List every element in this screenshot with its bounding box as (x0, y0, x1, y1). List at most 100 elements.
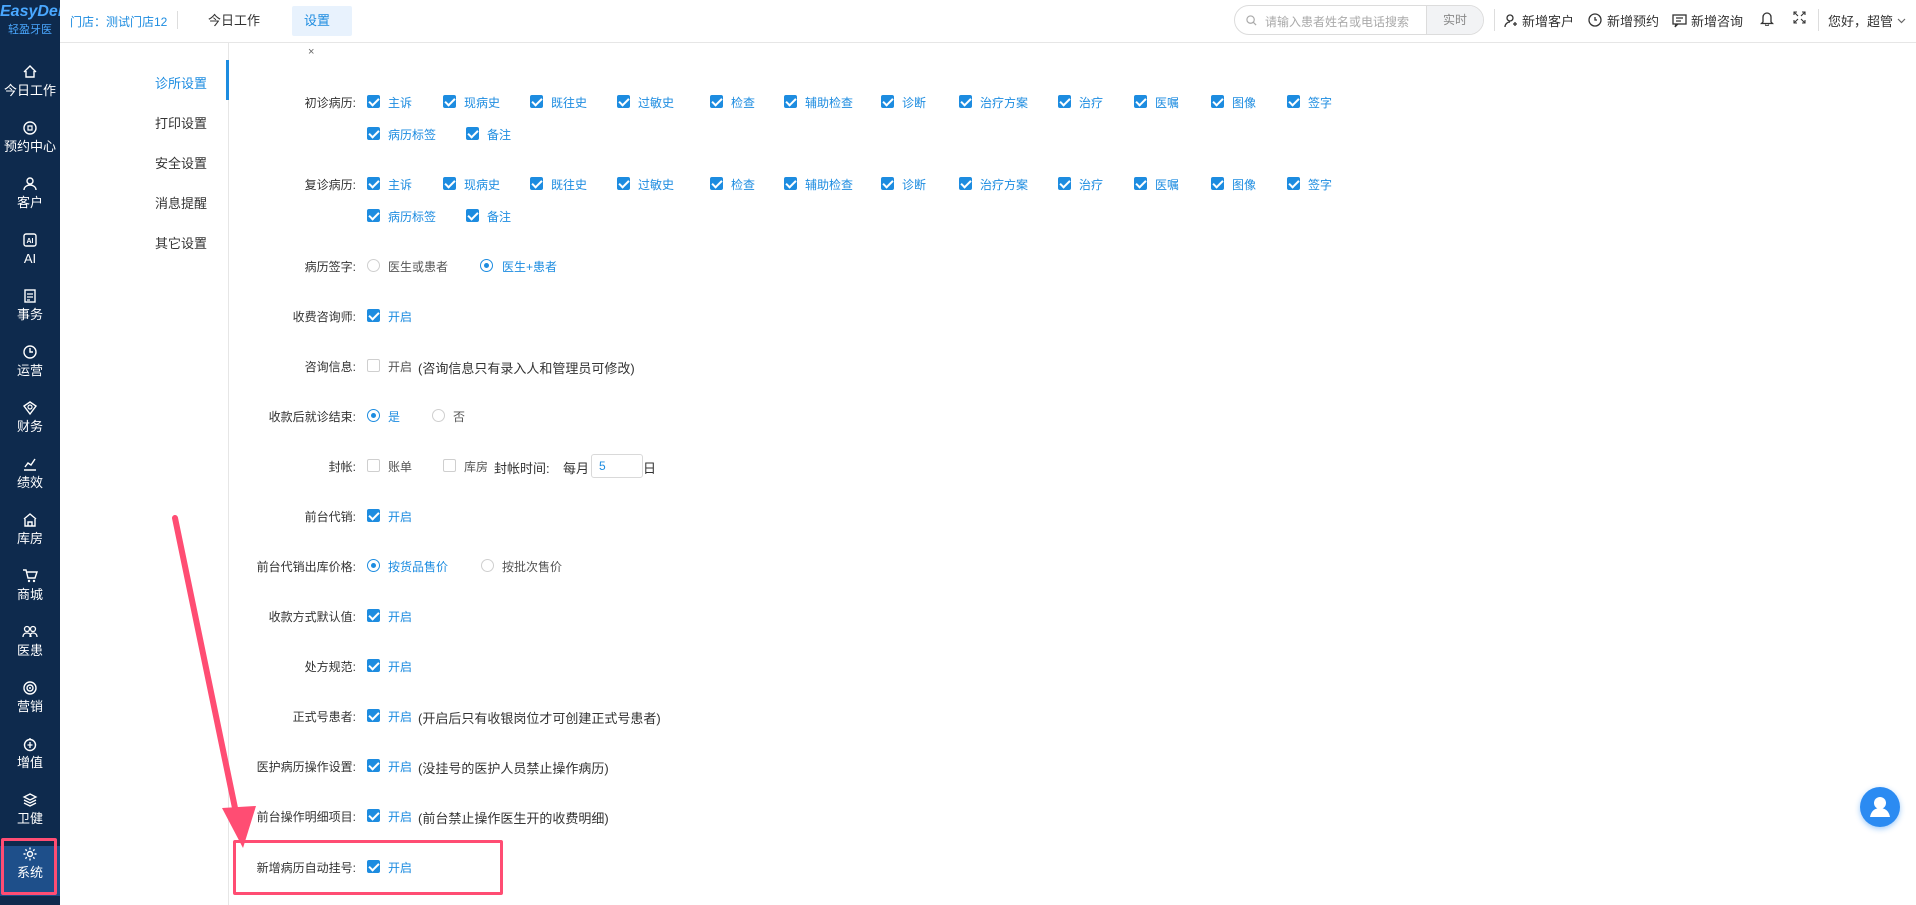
return-record-option-label[interactable]: 治疗 (1079, 176, 1103, 193)
signature-doctor-or-patient-radio[interactable] (367, 259, 380, 272)
fee-consultant-option-label[interactable]: 开启 (388, 308, 412, 325)
initial-record-checkbox[interactable] (367, 127, 380, 140)
return-record-checkbox[interactable] (466, 209, 479, 222)
submenu-other-settings[interactable]: 其它设置 (155, 233, 207, 252)
initial-record-checkbox[interactable] (881, 95, 894, 108)
return-record-checkbox[interactable] (881, 177, 894, 190)
initial-record-option-label[interactable]: 医嘱 (1155, 94, 1179, 111)
return-record-option-label[interactable]: 现病史 (464, 176, 500, 193)
sale-price-option-label[interactable]: 按批次售价 (502, 558, 562, 575)
return-record-checkbox[interactable] (367, 177, 380, 190)
nav-item-clock[interactable]: 运营 (0, 344, 60, 394)
close-account-bill-checkbox[interactable] (367, 459, 380, 472)
return-record-option-label[interactable]: 图像 (1232, 176, 1256, 193)
close-icon[interactable]: × (308, 46, 314, 58)
return-record-checkbox[interactable] (617, 177, 630, 190)
return-record-option-label[interactable]: 备注 (487, 208, 511, 225)
fee-consultant-checkbox[interactable] (367, 309, 380, 322)
initial-record-checkbox[interactable] (1211, 95, 1224, 108)
sale-price-by-batch-radio[interactable] (481, 559, 494, 572)
nav-item-customer[interactable]: 客户 (0, 176, 60, 226)
return-record-checkbox[interactable] (784, 177, 797, 190)
initial-record-option-label[interactable]: 签字 (1308, 94, 1332, 111)
medical-op-checkbox[interactable] (367, 759, 380, 772)
return-record-checkbox[interactable] (1211, 177, 1224, 190)
initial-record-checkbox[interactable] (959, 95, 972, 108)
nav-item-home[interactable]: 今日工作 (0, 64, 60, 114)
return-record-checkbox[interactable] (1134, 177, 1147, 190)
nav-item-finance[interactable]: 财务 (0, 400, 60, 450)
sale-price-option-label[interactable]: 按货品售价 (388, 558, 448, 575)
nav-item-appointment[interactable]: 预约中心 (0, 120, 60, 170)
initial-record-option-label[interactable]: 过敏史 (638, 94, 674, 111)
initial-record-checkbox[interactable] (367, 95, 380, 108)
initial-record-checkbox[interactable] (530, 95, 543, 108)
pay-default-option-label[interactable]: 开启 (388, 608, 412, 625)
submenu-security-settings[interactable]: 安全设置 (155, 153, 207, 172)
initial-record-option-label[interactable]: 图像 (1232, 94, 1256, 111)
end-after-pay-yes-radio[interactable] (367, 409, 380, 422)
consult-info-option-label[interactable]: 开启 (388, 358, 412, 375)
formal-patient-option-label[interactable]: 开启 (388, 708, 412, 725)
initial-record-option-label[interactable]: 诊断 (902, 94, 926, 111)
submenu-print-settings[interactable]: 打印设置 (155, 113, 207, 132)
prescription-checkbox[interactable] (367, 659, 380, 672)
return-record-option-label[interactable]: 过敏史 (638, 176, 674, 193)
nav-item-layers[interactable]: 卫健 (0, 792, 60, 842)
new-consult-button[interactable]: 新增咨询 (1672, 11, 1743, 30)
customer-service-button[interactable] (1860, 787, 1900, 827)
initial-record-option-label[interactable]: 现病史 (464, 94, 500, 111)
return-record-option-label[interactable]: 检查 (731, 176, 755, 193)
return-record-option-label[interactable]: 主诉 (388, 176, 412, 193)
new-customer-button[interactable]: 新增客户 (1504, 11, 1574, 30)
return-record-checkbox[interactable] (1287, 177, 1300, 190)
consult-info-checkbox[interactable] (367, 359, 380, 372)
initial-record-option-label[interactable]: 病历标签 (388, 126, 436, 143)
prescription-option-label[interactable]: 开启 (388, 658, 412, 675)
initial-record-checkbox[interactable] (466, 127, 479, 140)
nav-item-doctor-patient[interactable]: 医患 (0, 624, 60, 674)
initial-record-checkbox[interactable] (710, 95, 723, 108)
return-record-option-label[interactable]: 既往史 (551, 176, 587, 193)
return-record-checkbox[interactable] (443, 177, 456, 190)
pay-default-checkbox[interactable] (367, 609, 380, 622)
new-appointment-button[interactable]: 新增预约 (1588, 11, 1659, 30)
initial-record-option-label[interactable]: 治疗方案 (980, 94, 1028, 111)
nav-item-chart[interactable]: 绩效 (0, 456, 60, 506)
initial-record-option-label[interactable]: 备注 (487, 126, 511, 143)
user-menu[interactable]: 您好，超管 (1828, 11, 1906, 30)
nav-item-ai[interactable]: AI AI (0, 232, 60, 282)
return-record-checkbox[interactable] (367, 209, 380, 222)
nav-item-warehouse[interactable]: 库房 (0, 512, 60, 562)
end-after-pay-yes-label[interactable]: 是 (388, 408, 400, 425)
return-record-checkbox[interactable] (1058, 177, 1071, 190)
return-record-option-label[interactable]: 病历标签 (388, 208, 436, 225)
initial-record-checkbox[interactable] (617, 95, 630, 108)
submenu-message-reminder[interactable]: 消息提醒 (155, 193, 207, 212)
front-sale-option-label[interactable]: 开启 (388, 508, 412, 525)
return-record-option-label[interactable]: 治疗方案 (980, 176, 1028, 193)
nav-item-task[interactable]: 事务 (0, 288, 60, 338)
close-account-warehouse-checkbox[interactable] (443, 459, 456, 472)
fullscreen-button[interactable] (1793, 11, 1806, 24)
front-detail-option-label[interactable]: 开启 (388, 808, 412, 825)
realtime-button[interactable]: 实时 (1426, 6, 1483, 34)
end-after-pay-no-radio[interactable] (432, 409, 445, 422)
signature-doctor-and-patient-radio[interactable] (480, 259, 493, 272)
return-record-option-label[interactable]: 辅助检查 (805, 176, 853, 193)
tab-settings[interactable]: 设置 × (292, 6, 352, 58)
medical-op-option-label[interactable]: 开启 (388, 758, 412, 775)
nav-item-cart[interactable]: 商城 (0, 568, 60, 618)
initial-record-checkbox[interactable] (1134, 95, 1147, 108)
formal-patient-checkbox[interactable] (367, 709, 380, 722)
signature-option-label[interactable]: 医生+患者 (502, 258, 557, 275)
initial-record-checkbox[interactable] (1058, 95, 1071, 108)
return-record-checkbox[interactable] (710, 177, 723, 190)
initial-record-option-label[interactable]: 既往史 (551, 94, 587, 111)
close-day-input[interactable]: 5 (591, 454, 643, 478)
close-account-bill-label[interactable]: 账单 (388, 458, 412, 475)
return-record-option-label[interactable]: 诊断 (902, 176, 926, 193)
initial-record-checkbox[interactable] (443, 95, 456, 108)
nav-item-marketing[interactable]: 营销 (0, 680, 60, 730)
tab-today-work[interactable]: 今日工作 (196, 6, 272, 36)
